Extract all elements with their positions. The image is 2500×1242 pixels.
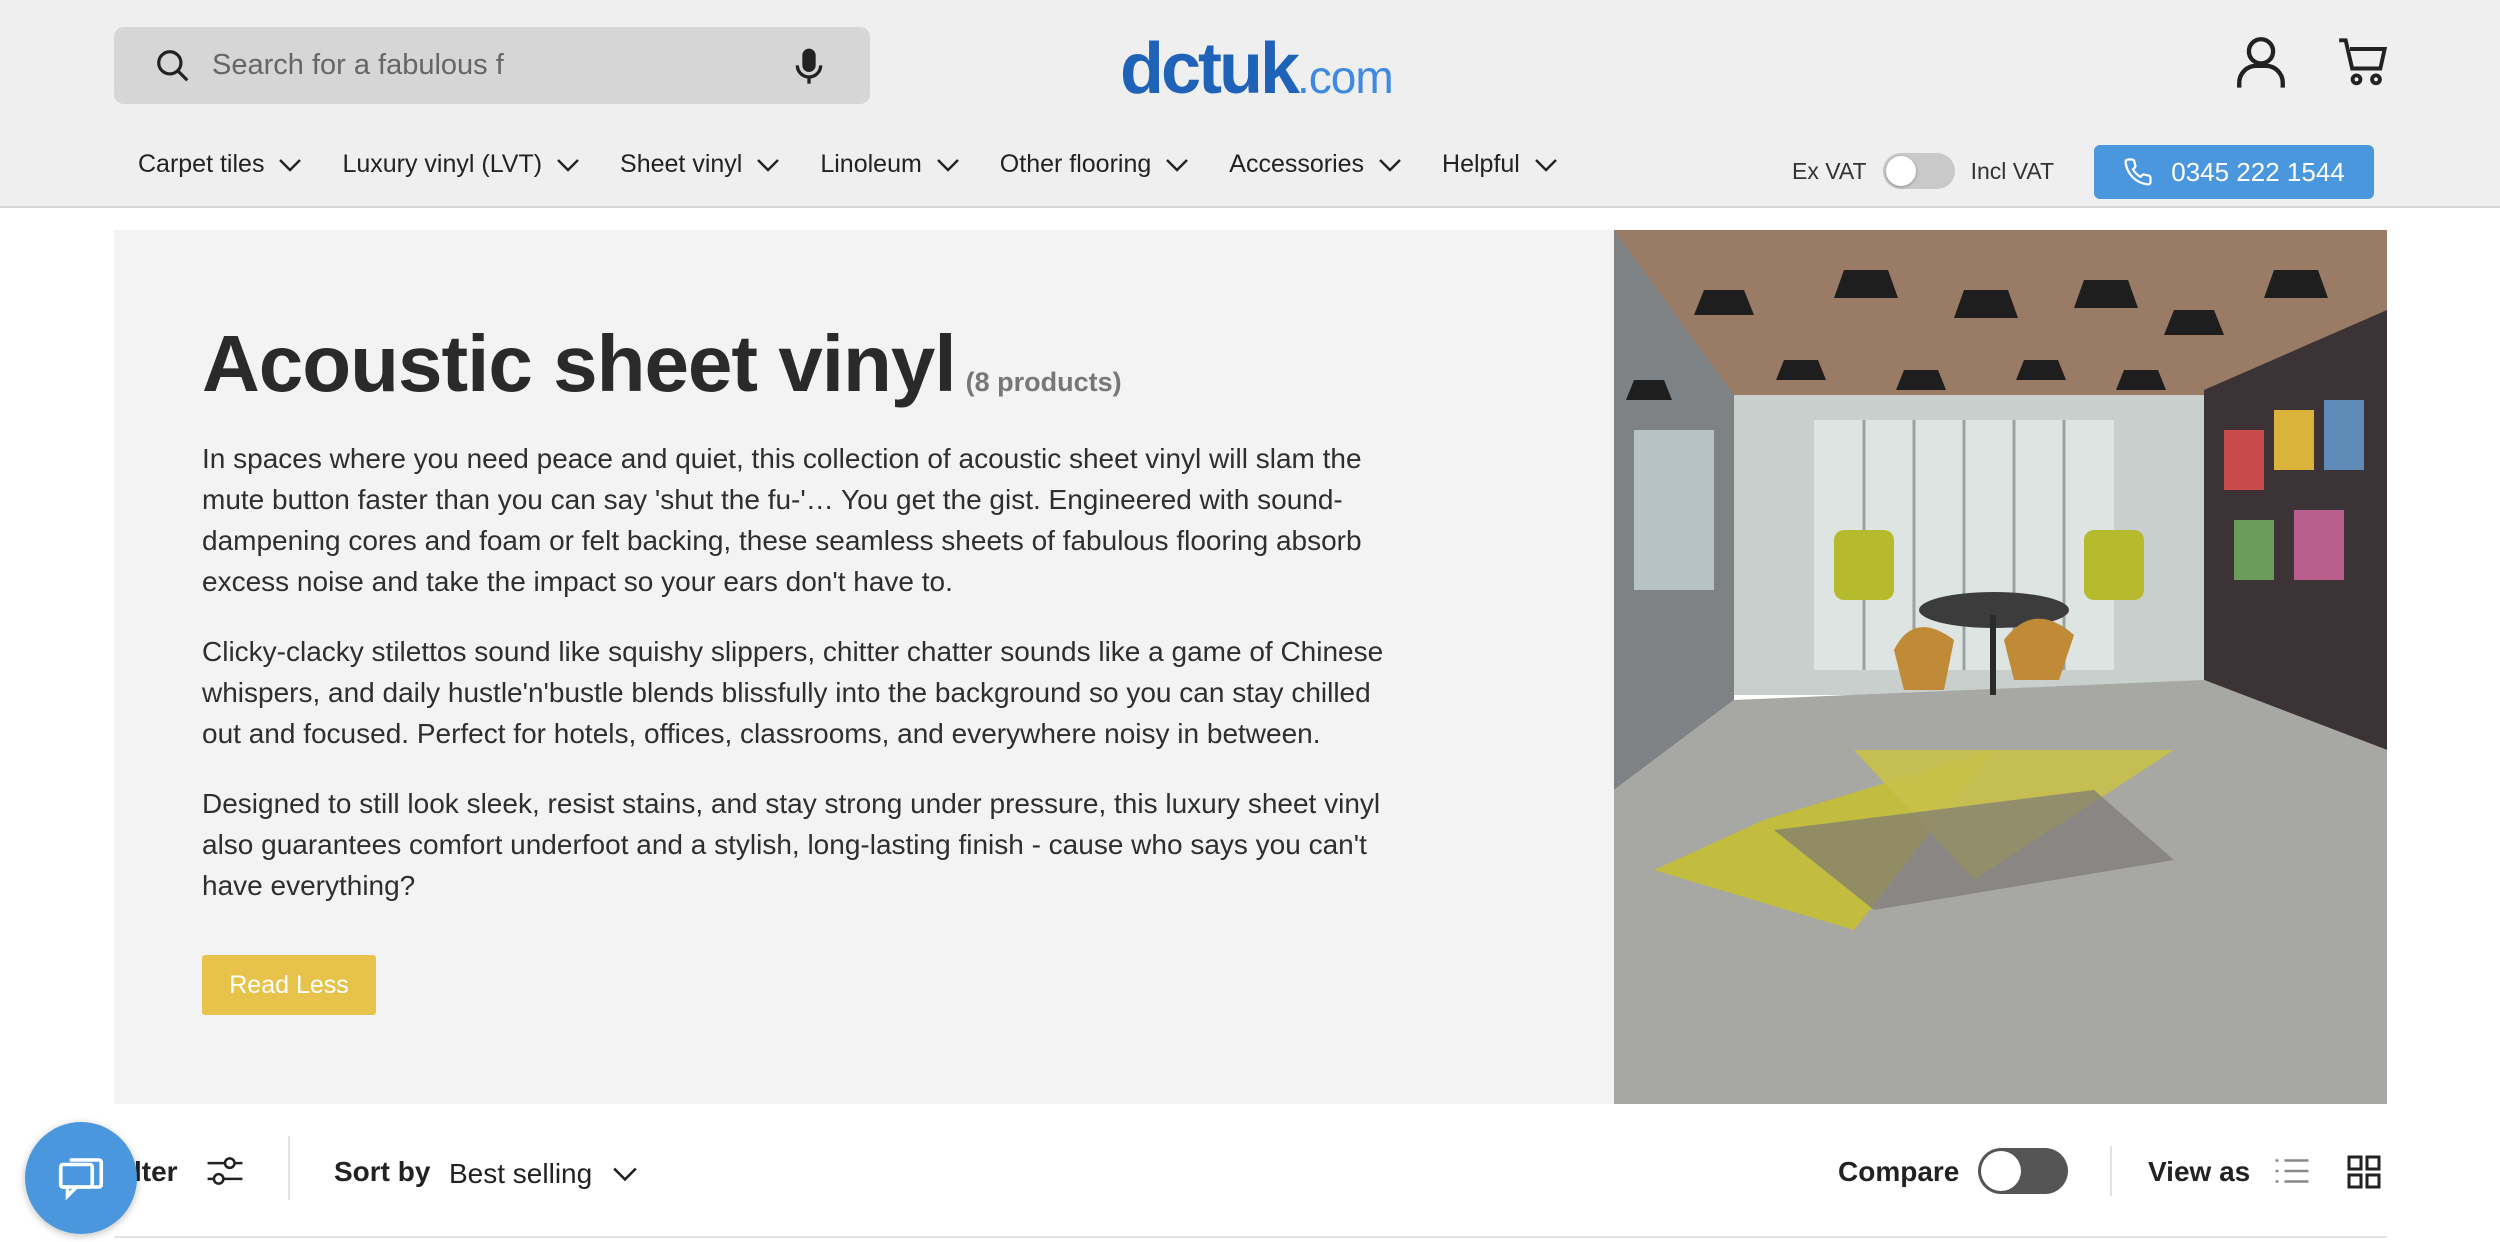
chevron-down-icon [1166,158,1189,172]
chevron-down-icon [613,1167,637,1182]
chat-icon [58,1158,104,1201]
nav-item-sheet-vinyl[interactable]: Sheet vinyl [620,150,780,179]
collection-title: Acoustic sheet vinyl [202,319,957,408]
main-nav: Carpet tiles Luxury vinyl (LVT) Sheet vi… [138,150,1598,179]
ex-vat-label: Ex VAT [1792,157,1867,184]
search-input[interactable] [212,27,772,104]
nav-item-other-flooring[interactable]: Other flooring [1000,150,1189,179]
nav-item-label: Sheet vinyl [620,150,743,178]
chevron-down-icon [279,158,302,172]
nav-item-label: Accessories [1229,150,1365,178]
chevron-down-icon [557,158,579,172]
chevron-down-icon [936,158,959,172]
site-logo[interactable]: dctuk.com [1120,28,1394,110]
list-view-icon[interactable] [2274,1156,2310,1186]
site-header: dctuk.com Carpet tiles Luxury vinyl (LVT… [0,0,2500,208]
nav-item-label: Helpful [1442,150,1520,178]
office-interior-photo [1614,230,2387,1104]
description-paragraph: Designed to still look sleek, resist sta… [202,788,1381,901]
product-count: (8 products) [965,367,1122,397]
collection-description: In spaces where you need peace and quiet… [202,438,1392,935]
logo-domain: .com [1297,51,1394,103]
nav-item-linoleum[interactable]: Linoleum [820,150,959,179]
sort-value: Best selling [449,1158,593,1189]
grid-view-icon[interactable] [2346,1154,2382,1190]
hero-image [1614,230,2387,1104]
phone-icon [2124,158,2152,186]
read-less-button[interactable]: Read Less [202,955,376,1015]
mic-icon[interactable] [794,47,824,87]
nav-item-label: Carpet tiles [138,150,265,178]
filter-button-label[interactable]: lter [134,1156,178,1188]
phone-number: 0345 222 1544 [2171,156,2345,187]
vat-toggle[interactable] [1882,153,1955,189]
sort-by-label: Sort by [334,1156,431,1187]
phone-button[interactable]: 0345 222 1544 [2094,145,2374,199]
chevron-down-icon [1379,158,1401,172]
logo-name: dctuk [1120,29,1300,109]
filter-sliders-icon[interactable] [206,1154,244,1188]
page-title: Acoustic sheet vinyl (8 products) [202,318,1122,410]
toolbar-divider [288,1136,290,1200]
cart-icon[interactable] [2336,36,2390,88]
account-icon[interactable] [2232,32,2290,90]
chevron-down-icon [1535,158,1557,172]
nav-item-helpful[interactable]: Helpful [1442,150,1558,179]
compare-label: Compare [1838,1156,1960,1187]
nav-item-label: Linoleum [820,150,922,178]
nav-item-luxury-vinyl[interactable]: Luxury vinyl (LVT) [342,150,580,179]
compare-toggle[interactable] [1978,1148,2068,1194]
search-icon[interactable] [154,47,192,85]
description-paragraph: Clicky-clacky stilettos sound like squis… [202,636,1384,749]
description-paragraph: In spaces where you need peace and quiet… [202,443,1362,597]
sort-select[interactable]: Best selling [449,1158,638,1190]
collection-toolbar: lter Sort by Best selling Compare View a… [114,1104,2387,1238]
toolbar-divider [2110,1146,2112,1196]
search-bar[interactable] [114,27,870,104]
nav-item-label: Luxury vinyl (LVT) [342,150,543,178]
chat-launcher-button[interactable] [25,1122,137,1234]
chevron-down-icon [757,158,780,172]
view-as-label: View as [2148,1156,2251,1187]
nav-item-label: Other flooring [999,150,1152,178]
vat-switch: Ex VAT Incl VAT [1792,153,2054,189]
nav-item-accessories[interactable]: Accessories [1229,150,1402,179]
nav-item-carpet-tiles[interactable]: Carpet tiles [138,150,302,179]
incl-vat-label: Incl VAT [1970,157,2055,184]
